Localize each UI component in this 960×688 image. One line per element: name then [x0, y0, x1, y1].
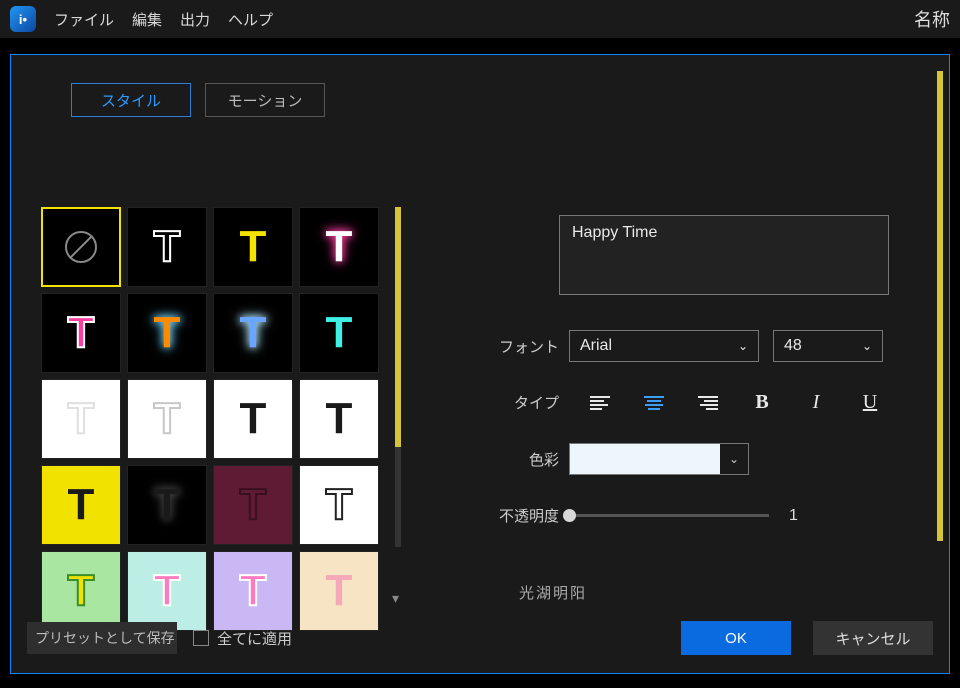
- font-size-value: 48: [784, 337, 802, 355]
- style-preset-5[interactable]: T: [127, 293, 207, 373]
- align-left-icon[interactable]: [587, 393, 613, 413]
- menu-bar: i• ファイル 編集 出力 ヘルプ 名称: [0, 0, 960, 38]
- style-preset-15[interactable]: T: [299, 465, 379, 545]
- style-preset-grid: TTTTTTTTTTTTTTTTTTT: [41, 207, 391, 631]
- bottom-bar: プリセットとして保存 全てに適用 OK キャンセル: [27, 621, 933, 655]
- chevron-down-icon: ⌄: [862, 339, 872, 353]
- chevron-down-icon: ⌄: [720, 444, 748, 474]
- menu-help[interactable]: ヘルプ: [228, 9, 273, 30]
- align-right-icon[interactable]: [695, 393, 721, 413]
- style-preset-10[interactable]: T: [213, 379, 293, 459]
- font-family-value: Arial: [580, 337, 612, 355]
- label-letter-spacing: 光湖明阳: [519, 582, 587, 603]
- style-preset-2[interactable]: T: [213, 207, 293, 287]
- style-preset-17[interactable]: T: [127, 551, 207, 631]
- italic-icon[interactable]: I: [803, 393, 829, 413]
- apply-all-label: 全てに適用: [217, 628, 292, 649]
- style-preset-4[interactable]: T: [41, 293, 121, 373]
- style-preset-1[interactable]: T: [127, 207, 207, 287]
- style-preset-18[interactable]: T: [213, 551, 293, 631]
- caption-text-input[interactable]: Happy Time: [559, 215, 889, 295]
- font-size-select[interactable]: 48 ⌄: [773, 330, 883, 362]
- preset-scrollbar-thumb[interactable]: [395, 207, 401, 447]
- label-color: 色彩: [481, 449, 559, 470]
- style-preset-8[interactable]: T: [41, 379, 121, 459]
- tab-motion[interactable]: モーション: [205, 83, 325, 117]
- slider-knob[interactable]: [563, 509, 576, 522]
- menu-edit[interactable]: 編集: [132, 9, 162, 30]
- color-swatch: [570, 444, 720, 474]
- style-preset-0[interactable]: [41, 207, 121, 287]
- tab-style[interactable]: スタイル: [71, 83, 191, 117]
- label-type: タイプ: [481, 392, 559, 413]
- text-style-panel: スタイル モーション TTTTTTTTTTTTTTTTTTT ▾ Happy T…: [10, 54, 950, 674]
- style-preset-12[interactable]: T: [41, 465, 121, 545]
- style-preset-13[interactable]: T: [127, 465, 207, 545]
- style-preset-9[interactable]: T: [127, 379, 207, 459]
- align-center-icon[interactable]: [641, 393, 667, 413]
- panel-tabs: スタイル モーション: [71, 83, 949, 117]
- window-title: 名称: [914, 6, 950, 32]
- color-select[interactable]: ⌄: [569, 443, 749, 475]
- menu-file[interactable]: ファイル: [54, 9, 114, 30]
- style-preset-3[interactable]: T: [299, 207, 379, 287]
- underline-icon[interactable]: U: [857, 393, 883, 413]
- style-preset-11[interactable]: T: [299, 379, 379, 459]
- label-opacity: 不透明度: [481, 505, 559, 526]
- preset-scrollbar[interactable]: ▾: [395, 207, 401, 547]
- opacity-value: 1: [789, 507, 798, 525]
- style-preset-7[interactable]: T: [299, 293, 379, 373]
- ok-button[interactable]: OK: [681, 621, 791, 655]
- properties-column: Happy Time フォント Arial ⌄ 48 ⌄ タイプ B: [481, 215, 911, 526]
- font-family-select[interactable]: Arial ⌄: [569, 330, 759, 362]
- save-preset-button[interactable]: プリセットとして保存: [27, 622, 177, 654]
- apply-all-checkbox[interactable]: [193, 630, 209, 646]
- style-preset-14[interactable]: T: [213, 465, 293, 545]
- style-preset-16[interactable]: T: [41, 551, 121, 631]
- style-preset-19[interactable]: T: [299, 551, 379, 631]
- scroll-down-icon[interactable]: ▾: [392, 590, 399, 607]
- label-font: フォント: [481, 336, 559, 357]
- menu-output[interactable]: 出力: [180, 9, 210, 30]
- style-preset-6[interactable]: T: [213, 293, 293, 373]
- chevron-down-icon: ⌄: [738, 339, 748, 353]
- opacity-slider[interactable]: [569, 514, 769, 517]
- app-logo-icon: i•: [10, 6, 36, 32]
- panel-scrollbar[interactable]: [937, 71, 943, 631]
- cancel-button[interactable]: キャンセル: [813, 621, 933, 655]
- panel-scrollbar-thumb[interactable]: [937, 71, 943, 541]
- bold-icon[interactable]: B: [749, 393, 775, 413]
